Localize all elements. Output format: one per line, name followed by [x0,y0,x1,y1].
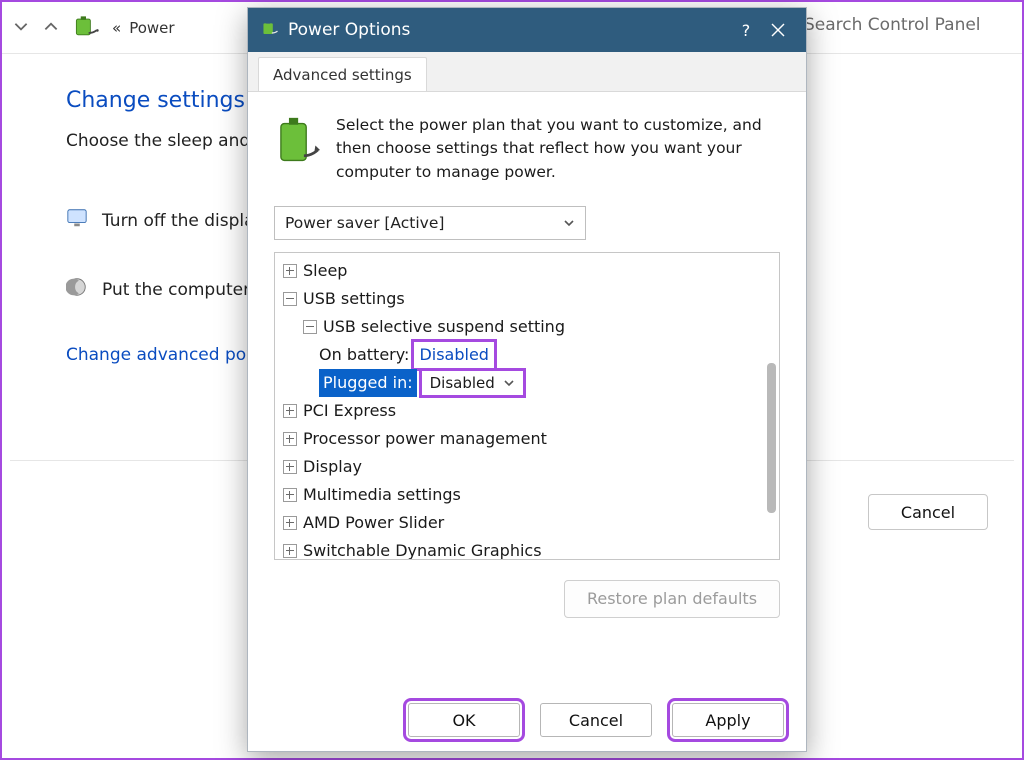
plan-select[interactable]: Power saver [Active] [274,206,586,240]
collapse-icon[interactable] [283,292,297,306]
battery-icon [72,12,100,44]
nav-down-icon[interactable] [12,17,30,39]
dialog-title: Power Options [288,20,730,40]
cp-cancel-button[interactable]: Cancel [868,494,988,530]
tree-usb-settings[interactable]: USB settings [303,285,405,313]
ok-button[interactable]: OK [408,703,520,737]
settings-tree: Sleep USB settings USB selective suspend… [274,252,780,560]
plugged-in-combo[interactable]: Disabled [421,370,524,396]
expand-icon[interactable] [283,404,297,418]
option-turn-off-display-label: Turn off the displa [102,211,255,231]
dialog-large-battery-icon [274,114,320,184]
tree-processor-power[interactable]: Processor power management [303,425,547,453]
on-battery-label: On battery: [319,341,409,369]
tab-advanced-settings[interactable]: Advanced settings [258,57,427,91]
plugged-in-value: Disabled [430,369,495,397]
expand-icon[interactable] [283,460,297,474]
tree-sleep[interactable]: Sleep [303,257,347,285]
expand-icon[interactable] [283,516,297,530]
expand-icon[interactable] [283,544,297,558]
tree-switchable-graphics[interactable]: Switchable Dynamic Graphics [303,537,542,560]
scrollbar-thumb[interactable] [767,363,776,513]
help-button[interactable]: ? [730,14,762,46]
expand-icon[interactable] [283,264,297,278]
plan-select-value: Power saver [Active] [285,214,444,232]
dialog-intro-text: Select the power plan that you want to c… [336,114,780,184]
close-button[interactable] [762,14,794,46]
expand-icon[interactable] [283,432,297,446]
apply-button[interactable]: Apply [672,703,784,737]
breadcrumb-separator: « [112,19,121,37]
nav-up-icon[interactable] [42,17,60,39]
breadcrumb-current[interactable]: Power [129,19,174,37]
tree-pci-express[interactable]: PCI Express [303,397,396,425]
dialog-battery-icon [260,18,280,42]
expand-icon[interactable] [283,488,297,502]
collapse-icon[interactable] [303,320,317,334]
moon-icon [66,276,88,303]
tree-amd-slider[interactable]: AMD Power Slider [303,509,444,537]
tree-display[interactable]: Display [303,453,362,481]
plugged-in-label: Plugged in: [319,369,417,397]
cancel-button[interactable]: Cancel [540,703,652,737]
tree-usb-selective-suspend[interactable]: USB selective suspend setting [323,313,565,341]
on-battery-value[interactable]: Disabled [413,341,495,369]
power-options-dialog: Power Options ? Advanced settings Select… [247,7,807,752]
search-input[interactable]: Search Control Panel [804,15,1000,35]
tree-multimedia[interactable]: Multimedia settings [303,481,461,509]
option-sleep-label: Put the computer [102,280,250,300]
restore-defaults-button[interactable]: Restore plan defaults [564,580,780,618]
monitor-icon [66,207,88,234]
